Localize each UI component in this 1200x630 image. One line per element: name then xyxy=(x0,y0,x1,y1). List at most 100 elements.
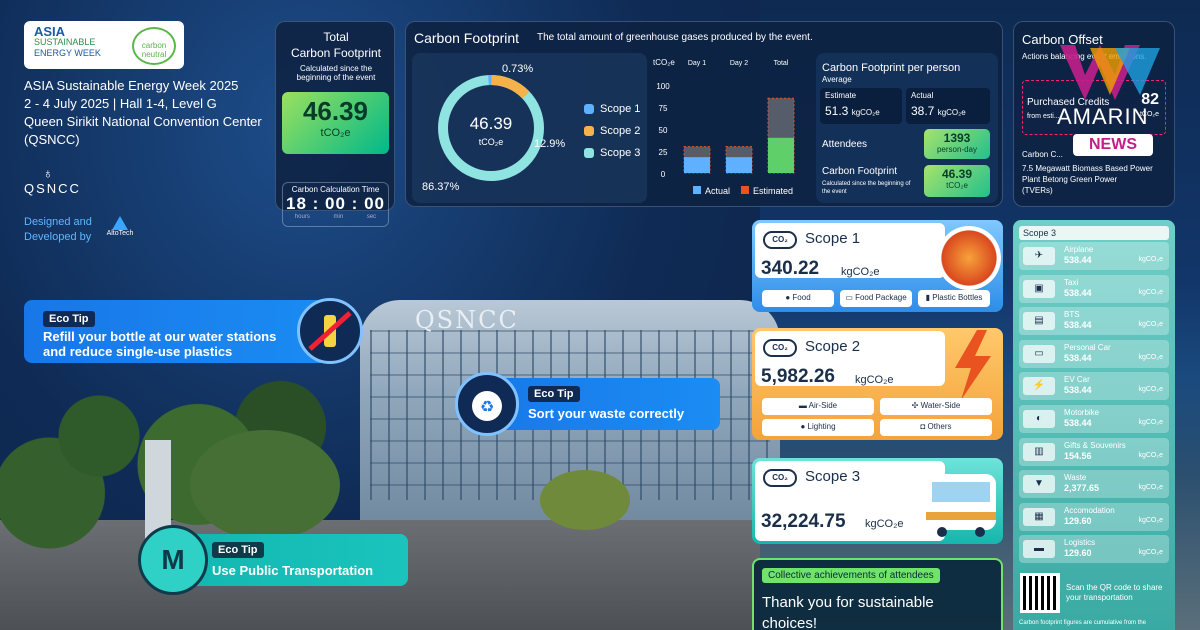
qsncc-logo: ♁ QSNCC xyxy=(24,165,79,196)
scope3-list-item: ✈ Airplane 538.44 kgCO₂e xyxy=(1019,242,1169,270)
scope3-item-name: EV Car xyxy=(1064,375,1090,385)
timer-seconds: 00 xyxy=(364,194,385,213)
scope3-list-item: ◐ Motorbike 538.44 kgCO₂e xyxy=(1019,405,1169,433)
achievement-tag: Collective achievements of attendees xyxy=(762,568,940,583)
chip-food: ● Food xyxy=(762,290,834,307)
actual-box: Actual 38.7 kgCO₂e xyxy=(906,88,990,124)
per-person-average: Average xyxy=(822,75,852,84)
scope3-item-name: Accomodation xyxy=(1064,505,1115,515)
scope-donut-chart: 46.39 tCO₂e xyxy=(438,74,544,181)
scope2-value: 5,982.26 xyxy=(761,366,835,387)
scope3-item-value: 154.56 xyxy=(1064,450,1092,461)
scope3-item-name: Personal Car xyxy=(1064,342,1111,352)
scope3-list-item: ▬ Logistics 129.60 kgCO₂e xyxy=(1019,535,1169,564)
qr-code[interactable] xyxy=(1020,573,1060,613)
legend-estimated-label: Estimated xyxy=(753,186,793,196)
eco-tip-tag: Eco Tip xyxy=(528,386,580,402)
scope3-item-value: 538.44 xyxy=(1064,418,1092,428)
no-plastic-bottle-icon xyxy=(297,298,363,364)
total-carbon-panel: Total Carbon Footprint Calculated since … xyxy=(275,21,395,227)
tram-icon xyxy=(926,474,996,537)
scope3-item-name: Waste xyxy=(1064,473,1087,483)
calculation-timer: Carbon Calculation Time 18 : 00 : 00 hou… xyxy=(282,182,389,227)
legend-estimated-swatch xyxy=(741,186,749,194)
estimate-unit: kgCO₂e xyxy=(851,108,880,117)
per-person-title: Carbon Footprint per person xyxy=(822,62,961,74)
logo-line-3: ENERGY WEEK xyxy=(34,48,101,58)
recycle-bag-glyph: ♻ xyxy=(472,391,502,421)
chip-lighting-label: Lighting xyxy=(807,422,836,431)
scope3-item-name: Gifts & Souvenirs xyxy=(1064,440,1126,450)
legend-scope3-swatch xyxy=(584,148,594,158)
lightning-bolt-icon xyxy=(955,330,991,400)
designed-label: Designed and xyxy=(24,216,92,228)
motorbike-icon: ◐ xyxy=(1023,410,1055,428)
legend-scope1: Scope 1 xyxy=(584,103,640,115)
bar-category-label: Day 1 xyxy=(688,60,706,67)
bar-tick-label: 50 xyxy=(659,126,668,135)
min-label: min xyxy=(333,214,344,220)
scope3-item-name: BTS xyxy=(1064,310,1080,320)
scope3-item-value: 129.60 xyxy=(1064,515,1092,526)
scope3-list-item: ▼ Waste 2,377.65 kgCO₂e xyxy=(1019,470,1169,499)
donut-unit: tCO₂e xyxy=(479,137,504,147)
scope3-list-item: ▥ Gifts & Souvenirs 154.56 kgCO₂e xyxy=(1019,437,1169,466)
ev-car-icon: ⚡ xyxy=(1023,377,1055,396)
legend-scope2-swatch xyxy=(584,126,594,136)
altotech-icon xyxy=(112,216,128,230)
chip-food-package: ▭ Food Package xyxy=(840,290,912,307)
food-plate-icon xyxy=(937,226,1001,290)
project-desc: 7.5 Megawatt Biomass Based Power Plant B… xyxy=(1022,164,1153,184)
scope3-item-value: 2,377.65 xyxy=(1064,483,1100,494)
per-person-cf-label: Carbon Footprint xyxy=(822,166,898,177)
qsncc-flame-icon: ♁ xyxy=(42,165,56,181)
bar-actual xyxy=(768,137,794,173)
scope3-item-value: 538.44 xyxy=(1064,320,1092,331)
scope3-list-item: ▦ Accomodation 129.60 kgCO₂e xyxy=(1019,502,1169,531)
bar-tick-label: 25 xyxy=(659,148,668,157)
pct-scope1: 0.73% xyxy=(502,63,534,75)
daily-bar-chart: tCO₂e 100 75 50 25 0 Day 1 Day 2 Total Actual Esti… xyxy=(653,58,795,196)
actual-unit: kgCO₂e xyxy=(937,108,966,117)
chip-lighting: ● Lighting xyxy=(762,419,874,436)
eco-tip-text: Sort your waste correctly xyxy=(528,406,685,421)
bar-category-label: Day 2 xyxy=(730,60,748,67)
scope3-item-unit: kgCO₂e xyxy=(1138,386,1163,394)
eco-tip-text: Use Public Transportation xyxy=(212,563,374,578)
logo-line-1: ASIA xyxy=(34,24,66,39)
scope3-list-item: ▣ Taxi 538.44 kgCO₂e xyxy=(1019,274,1169,303)
chip-plastic-bottles: ▮ Plastic Bottles xyxy=(918,290,990,307)
scope3-breakdown-panel: Scope 3 ✈ Airplane 538.44 kgCO₂e ▣ Taxi 538.44… xyxy=(1013,220,1175,630)
bar-category-label: Total xyxy=(774,60,789,67)
estimate-box: Estimate 51.3 kgCO₂e xyxy=(820,88,902,124)
eco-tip-text: Refill your bottle at our water stations… xyxy=(43,329,277,359)
scope3-item-value: 538.44 xyxy=(1064,385,1092,396)
eco-tip-tag: Eco Tip xyxy=(212,542,264,558)
achievement-text: Thank you for sustainable choices! xyxy=(762,594,934,630)
scope3-item-name: Motorbike xyxy=(1064,408,1100,417)
airplane-icon: ✈ xyxy=(1023,247,1055,265)
scope3-unit: kgCO₂e xyxy=(865,518,904,530)
scope3-value: 32,224.75 xyxy=(761,511,846,532)
chip-air-side: ▬ Air-Side xyxy=(762,398,874,415)
total-value: 46.39 xyxy=(302,96,369,126)
eco-tip-refill: Eco Tip Refill your bottle at our water … xyxy=(24,300,344,363)
logo-line-2: SUSTAINABLE xyxy=(34,37,96,47)
footnote: Carbon footprint figures are cumulative … xyxy=(1019,620,1147,626)
scope3-item-value: 538.44 xyxy=(1064,352,1092,363)
scope3-item-value: 538.44 xyxy=(1064,287,1092,298)
scope3-item-unit: kgCO₂e xyxy=(1138,549,1163,557)
timer-minutes: 00 xyxy=(325,194,346,213)
attendees-value: 1393 xyxy=(943,131,971,145)
actual-label: Actual xyxy=(911,91,934,100)
altotech-logo: AltoTech xyxy=(104,216,136,237)
asew-logo: ASIA SUSTAINABLE ENERGY WEEK xyxy=(34,24,101,59)
taxi-icon: ▣ xyxy=(1023,279,1055,298)
waste-bin-icon: ▼ xyxy=(1023,475,1055,494)
recycle-bag-icon: ♻ xyxy=(455,372,519,436)
scope3-item-value: 129.60 xyxy=(1064,548,1092,559)
legend-scope2-label: Scope 2 xyxy=(600,125,641,137)
developed-label: Developed by xyxy=(24,231,92,243)
chip-water-side-label: Water-Side xyxy=(920,401,961,410)
event-venue: Queen Sirikit National Convention Center xyxy=(24,114,262,129)
